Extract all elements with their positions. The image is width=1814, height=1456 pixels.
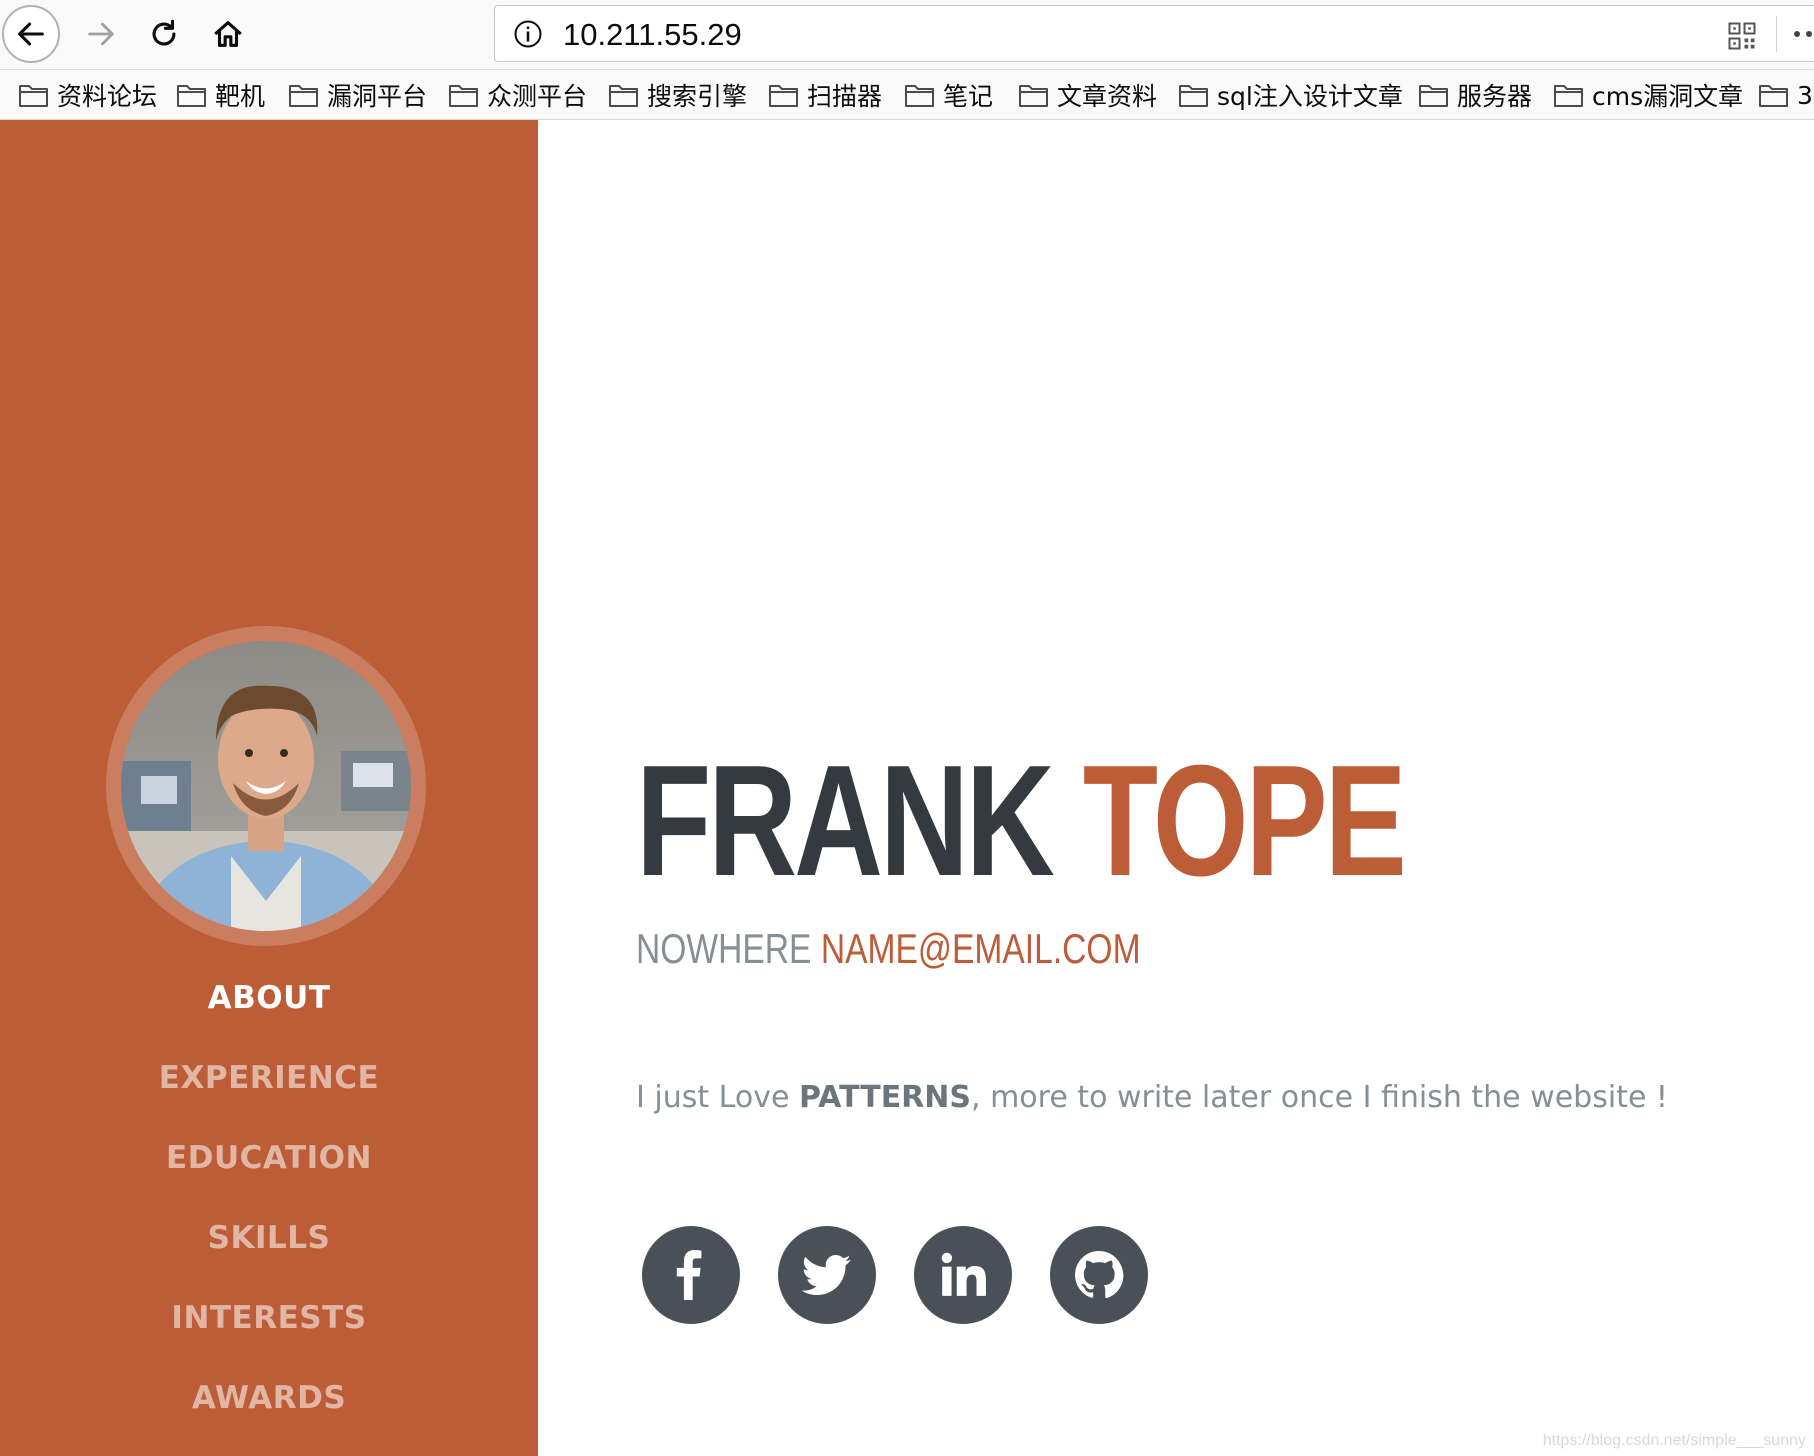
bookmark-label: 文章资料 [1057, 82, 1158, 111]
bookmark-item[interactable]: 文章资料 [1018, 70, 1158, 119]
bookmark-label: 3 [1797, 80, 1813, 110]
intro-suffix: , more to write later once I finish the … [971, 1080, 1668, 1115]
bookmark-label: 资料论坛 [57, 82, 158, 111]
bookmark-item[interactable]: 3 [1758, 70, 1813, 119]
bookmarks-bar: 资料论坛 靶机 漏洞平台 众测平台 搜索引擎 扫描器 笔记 文章资料 sql注入设计文章 服务器 c… [0, 70, 1814, 120]
reload-button[interactable] [135, 5, 193, 63]
sidebar-item-experience[interactable]: Experience [0, 1060, 538, 1096]
intro-text: I just Love PATTERNS, more to write late… [636, 1080, 1668, 1115]
forward-button[interactable] [72, 5, 130, 63]
more-actions-icon[interactable] [1791, 28, 1814, 40]
arrow-left-icon [18, 22, 44, 46]
folder-icon [19, 84, 48, 107]
folder-icon [289, 84, 318, 107]
first-name: FRANK [636, 733, 1055, 909]
bookmark-item[interactable]: 扫描器 [768, 70, 883, 119]
bookmark-label: 服务器 [1457, 82, 1533, 111]
folder-icon [1019, 84, 1048, 107]
folder-icon [177, 84, 206, 107]
bookmark-item[interactable]: 服务器 [1418, 70, 1533, 119]
email-link[interactable]: NAME@EMAIL.COM [821, 925, 1141, 972]
page-title: FRANK TOPE [636, 742, 1407, 900]
location-text: NOWHERE [636, 925, 812, 972]
sidebar-item-education[interactable]: Education [0, 1140, 538, 1176]
bookmark-label: cms漏洞文章 [1592, 82, 1744, 111]
twitter-icon [802, 1255, 851, 1295]
folder-icon [1759, 84, 1788, 107]
folder-icon [449, 84, 478, 107]
bookmark-item[interactable]: 靶机 [176, 70, 266, 119]
intro-prefix: I just Love [636, 1080, 799, 1115]
watermark: https://blog.csdn.net/simple___sunny [1542, 1432, 1806, 1449]
linkedin-button[interactable] [914, 1226, 1012, 1324]
sidebar-item-awards[interactable]: Awards [0, 1380, 538, 1416]
main-content: FRANK TOPE NOWHERE NAME@EMAIL.COM I just… [538, 120, 1814, 1456]
reload-icon [152, 19, 176, 46]
folder-icon [1554, 84, 1583, 107]
home-button[interactable] [199, 5, 257, 63]
sidebar: About Experience Education Skills Interests A… [0, 120, 538, 1456]
bookmark-item[interactable]: sql注入设计文章 [1178, 70, 1403, 119]
bookmark-label: 搜索引擎 [647, 82, 748, 111]
arrow-right-icon [88, 22, 114, 46]
bookmark-label: 扫描器 [807, 82, 883, 111]
twitter-button[interactable] [778, 1226, 876, 1324]
url-bar[interactable]: 10.211.55.29 [494, 5, 1814, 62]
sidebar-item-interests[interactable]: Interests [0, 1300, 538, 1336]
bookmark-label: sql注入设计文章 [1217, 82, 1403, 111]
sidebar-item-skills[interactable]: Skills [0, 1220, 538, 1256]
bookmark-item[interactable]: 笔记 [904, 70, 994, 119]
url-text[interactable]: 10.211.55.29 [563, 6, 742, 63]
bookmark-label: 漏洞平台 [327, 82, 428, 111]
bookmark-label: 笔记 [943, 82, 994, 111]
folder-icon [1179, 84, 1208, 107]
bookmark-item[interactable]: 搜索引擎 [608, 70, 748, 119]
back-button[interactable] [2, 5, 60, 63]
facebook-icon [676, 1250, 702, 1300]
url-separator [1776, 16, 1777, 52]
bookmark-label: 众测平台 [487, 82, 588, 111]
folder-icon [769, 84, 798, 107]
profile-photo [106, 626, 426, 946]
folder-icon [609, 84, 638, 107]
last-name: TOPE [1082, 733, 1407, 909]
qr-code-icon[interactable] [1727, 21, 1757, 51]
folder-icon [1419, 84, 1448, 107]
info-icon[interactable] [513, 19, 543, 49]
github-button[interactable] [1050, 1226, 1148, 1324]
home-icon [214, 21, 242, 47]
subheading: NOWHERE NAME@EMAIL.COM [636, 928, 1141, 970]
bookmark-item[interactable]: 众测平台 [448, 70, 588, 119]
sidebar-item-about[interactable]: About [0, 980, 538, 1016]
bookmark-item[interactable]: cms漏洞文章 [1553, 70, 1744, 119]
github-icon [1075, 1251, 1124, 1299]
intro-bold: PATTERNS [798, 1080, 971, 1115]
bookmark-label: 靶机 [215, 82, 266, 111]
bookmark-item[interactable]: 资料论坛 [18, 70, 158, 119]
facebook-button[interactable] [642, 1226, 740, 1324]
folder-icon [905, 84, 934, 107]
linkedin-icon [941, 1252, 986, 1296]
profile-photo-image [121, 641, 411, 931]
browser-toolbar: 10.211.55.29 [0, 0, 1814, 70]
bookmark-item[interactable]: 漏洞平台 [288, 70, 428, 119]
